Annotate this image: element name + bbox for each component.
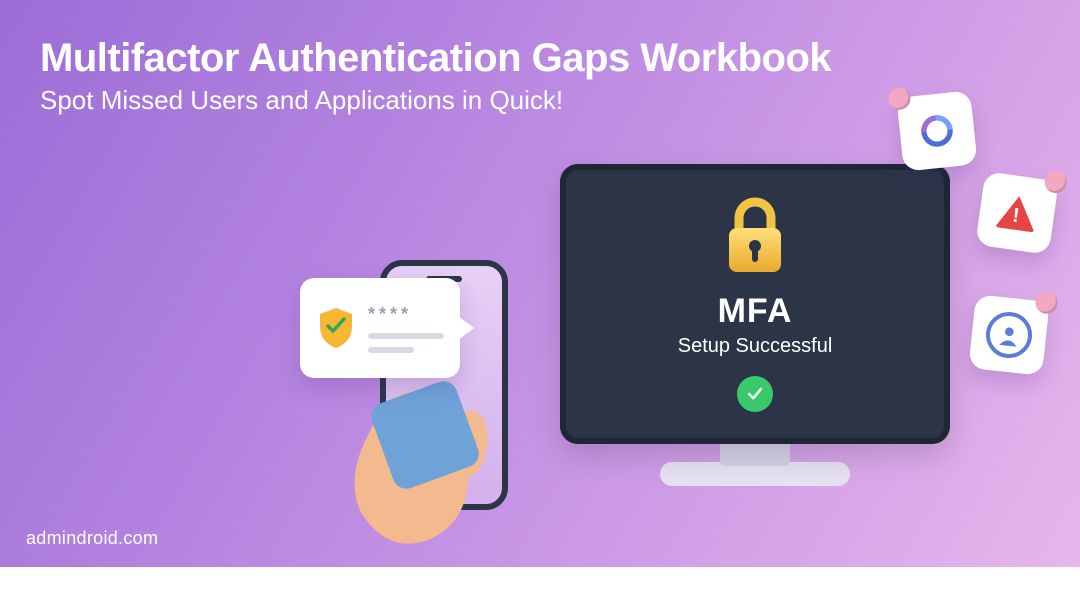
user-avatar-icon: [984, 310, 1035, 361]
brand-label: admindroid.com: [26, 528, 158, 549]
shield-check-icon: [316, 308, 356, 348]
user-card: [968, 294, 1049, 375]
alert-card: [975, 171, 1059, 255]
heading-block: Multifactor Authentication Gaps Workbook…: [40, 36, 831, 116]
placeholder-line: [368, 333, 444, 339]
otp-text: ****: [368, 304, 444, 353]
pin-icon: [887, 87, 911, 111]
placeholder-line-short: [368, 347, 414, 353]
app-card-m365: [896, 90, 977, 171]
page-subtitle: Spot Missed Users and Applications in Qu…: [40, 85, 831, 116]
m365-logo-icon: [914, 108, 960, 154]
monitor-screen: MFA Setup Successful: [560, 164, 950, 444]
mfa-subtitle: Setup Successful: [678, 335, 833, 358]
mfa-title: MFA: [718, 292, 793, 331]
otp-bubble: ****: [300, 278, 460, 378]
promo-canvas: Multifactor Authentication Gaps Workbook…: [0, 0, 1080, 567]
pin-icon: [1043, 170, 1068, 195]
pin-icon: [1034, 291, 1058, 315]
warning-triangle-icon: [995, 193, 1039, 232]
page-title: Multifactor Authentication Gaps Workbook: [40, 36, 831, 81]
lock-icon: [719, 196, 791, 278]
success-check-icon: [737, 376, 773, 412]
masked-code: ****: [368, 304, 444, 325]
